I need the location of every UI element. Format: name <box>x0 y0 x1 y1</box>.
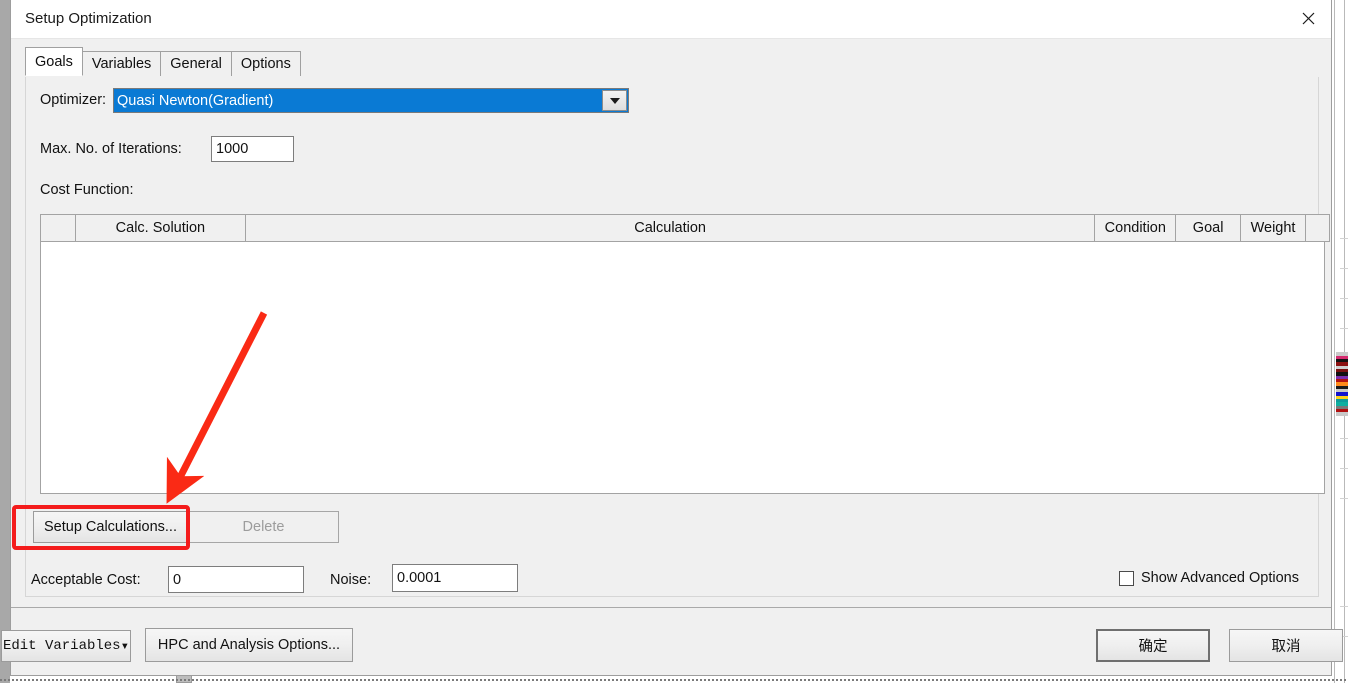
background-left-strip <box>0 0 10 683</box>
cost-function-table: Calc. Solution Calculation Condition Goa… <box>40 214 1330 496</box>
background-right-divider-2 <box>1344 0 1345 683</box>
max-iterations-label: Max. No. of Iterations: <box>40 141 182 157</box>
background-color-strip <box>1336 352 1348 420</box>
show-advanced-options-checkbox[interactable] <box>1119 570 1134 586</box>
show-advanced-options-label: Show Advanced Options <box>1141 570 1299 586</box>
cost-function-label: Cost Function: <box>40 182 134 198</box>
close-icon[interactable] <box>1285 0 1331 37</box>
table-body[interactable] <box>40 242 1325 494</box>
title-bar: Setup Optimization <box>11 0 1331 39</box>
optimizer-select[interactable]: Quasi Newton(Gradient) <box>113 88 629 113</box>
setup-optimization-dialog: Setup Optimization Goals Variables Gener… <box>1 0 1343 676</box>
delete-button: Delete <box>188 511 339 543</box>
table-col-calculation[interactable]: Calculation <box>245 214 1096 242</box>
tab-goals-label: Goals <box>35 53 73 70</box>
optimizer-label: Optimizer: <box>40 92 107 108</box>
max-iterations-input[interactable]: 1000 <box>211 136 294 162</box>
background-dotted-edge <box>0 679 1348 681</box>
table-col-spacer[interactable] <box>1305 214 1330 242</box>
tab-variables[interactable]: Variables <box>81 51 162 76</box>
chevron-down-icon: ▾ <box>120 638 130 655</box>
chevron-down-icon[interactable] <box>602 90 627 111</box>
ok-button[interactable]: 确定 <box>1096 629 1210 662</box>
acceptable-cost-label: Acceptable Cost: <box>31 572 141 588</box>
tab-options-label: Options <box>240 56 291 72</box>
table-col-weight[interactable]: Weight <box>1239 214 1307 242</box>
noise-input[interactable]: 0.0001 <box>392 564 518 592</box>
background-right-divider-1 <box>1334 0 1335 683</box>
hpc-analysis-options-button[interactable]: HPC and Analysis Options... <box>145 628 353 662</box>
edit-variables-label: Edit Variables <box>2 638 121 654</box>
table-header-row: Calc. Solution Calculation Condition Goa… <box>40 214 1330 242</box>
acceptable-cost-input[interactable]: 0 <box>168 566 304 593</box>
optimizer-select-value: Quasi Newton(Gradient) <box>117 92 274 109</box>
footer-divider <box>11 607 1331 608</box>
tab-bar: Goals Variables General Options <box>25 47 301 76</box>
screen: Setup Optimization Goals Variables Gener… <box>0 0 1348 683</box>
tab-variables-label: Variables <box>91 56 152 72</box>
table-col-condition[interactable]: Condition <box>1094 214 1177 242</box>
setup-calculations-button[interactable]: Setup Calculations... <box>33 511 188 543</box>
table-col-select[interactable] <box>40 214 76 242</box>
tab-general-label: General <box>170 56 222 72</box>
show-advanced-options-row[interactable]: Show Advanced Options <box>1119 570 1315 586</box>
edit-variables-button[interactable]: Edit Variables ▾ <box>1 630 131 662</box>
table-col-calc-solution[interactable]: Calc. Solution <box>74 214 247 242</box>
tab-options[interactable]: Options <box>230 51 301 76</box>
cancel-button[interactable]: 取消 <box>1229 629 1343 662</box>
tab-goals[interactable]: Goals <box>25 47 83 76</box>
table-col-goal[interactable]: Goal <box>1175 214 1241 242</box>
tab-general[interactable]: General <box>160 51 232 76</box>
page-title: Setup Optimization <box>25 10 152 27</box>
noise-label: Noise: <box>330 572 372 588</box>
